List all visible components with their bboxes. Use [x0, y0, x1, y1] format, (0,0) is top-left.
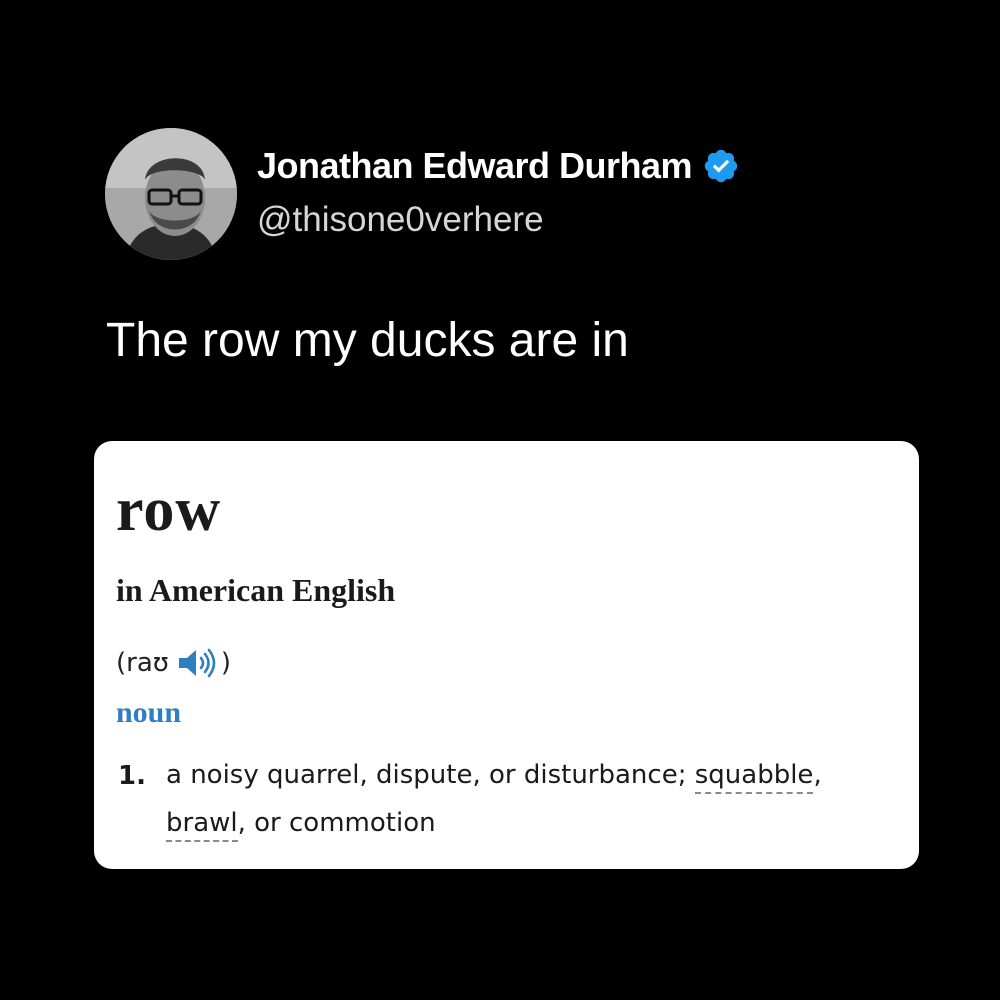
- pronunciation-close: ): [220, 648, 231, 678]
- author-display-name[interactable]: Jonathan Edward Durham: [257, 145, 693, 187]
- sense-text-after: , or commotion: [237, 808, 436, 838]
- dictionary-headword: row: [116, 476, 222, 544]
- pronunciation: (raʊ ): [116, 648, 231, 678]
- author-name-row: Jonathan Edward Durham: [257, 143, 740, 189]
- post: Jonathan Edward Durham @thisone0verhere …: [0, 0, 1000, 1000]
- dictionary-dialect-label: in American English: [116, 572, 396, 608]
- xref-link-squabble: squabble: [694, 760, 814, 794]
- sense-number: 1.: [118, 761, 146, 791]
- xref-link-brawl: brawl: [166, 808, 238, 842]
- speaker-icon: [177, 648, 219, 678]
- sense-text-before: a noisy quarrel, dispute, or disturbance…: [166, 760, 695, 790]
- sense-text-between: ,: [813, 760, 822, 790]
- verified-badge-icon: [702, 147, 740, 185]
- author-handle[interactable]: @thisone0verhere: [257, 200, 544, 240]
- avatar[interactable]: [105, 128, 237, 260]
- avatar-image: [105, 128, 237, 260]
- dictionary-card-image: row in American English (raʊ ) noun 1. a…: [94, 441, 919, 869]
- post-text: The row my ducks are in: [106, 314, 629, 367]
- sense-definition: a noisy quarrel, dispute, or disturbance…: [166, 751, 906, 847]
- part-of-speech: noun: [116, 696, 182, 729]
- pronunciation-text: (raʊ: [116, 648, 169, 678]
